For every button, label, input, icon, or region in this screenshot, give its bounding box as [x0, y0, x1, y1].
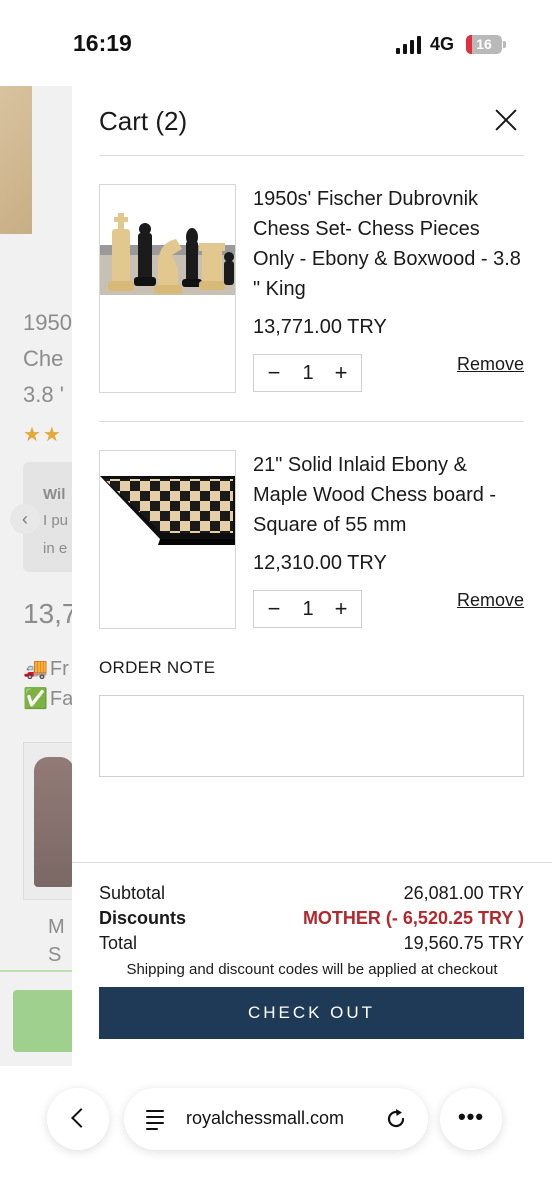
background-thumbnail	[23, 742, 72, 900]
battery-percent: 16	[476, 36, 492, 52]
checkout-button[interactable]: CHECK OUT	[99, 987, 524, 1039]
product-image-chess-board[interactable]	[99, 450, 236, 629]
total-value: 19,560.75 TRY	[403, 933, 524, 953]
battery-tip	[503, 41, 506, 48]
remove-item-button[interactable]: Remove	[457, 590, 524, 611]
more-options-button[interactable]: •••	[440, 1088, 502, 1150]
chess-piece-image	[34, 757, 72, 887]
reload-icon[interactable]	[384, 1107, 408, 1131]
signal-icon	[396, 36, 422, 54]
feature-text: Fr	[49, 658, 69, 680]
check-icon: ✅	[23, 688, 48, 710]
cart-drawer: Cart (2) 1950s' Fischer Dubrovnik Chess …	[72, 86, 552, 1066]
quantity-value[interactable]: 1	[292, 362, 324, 385]
review-author: Wil	[43, 486, 66, 503]
network-type: 4G	[430, 34, 455, 54]
status-bar: 16:19 4G 16	[0, 0, 552, 86]
url-text[interactable]: royalchessmall.com	[186, 1108, 344, 1129]
quantity-stepper: − 1 +	[253, 354, 362, 392]
background-add-to-cart-button	[13, 990, 72, 1052]
cart-item: 21" Solid Inlaid Ebony & Maple Wood Ches…	[99, 450, 524, 630]
close-icon[interactable]	[494, 108, 518, 132]
discounts-row: Discounts MOTHER (- 6,520.25 TRY )	[99, 908, 524, 932]
battery-icon: 16	[466, 35, 502, 54]
feature-text: Fa	[49, 688, 72, 710]
chess-board-image	[100, 451, 235, 628]
quantity-decrease-button[interactable]: −	[260, 595, 288, 623]
quantity-increase-button[interactable]: +	[327, 595, 355, 623]
subtotal-row: Subtotal 26,081.00 TRY	[99, 883, 524, 907]
quantity-decrease-button[interactable]: −	[260, 359, 288, 387]
quantity-increase-button[interactable]: +	[327, 359, 355, 387]
chevron-left-icon	[71, 1108, 91, 1128]
cart-item-name[interactable]: 1950s' Fischer Dubrovnik Chess Set- Ches…	[253, 184, 523, 304]
quantity-value[interactable]: 1	[292, 598, 324, 621]
truck-icon: 🚚	[23, 658, 48, 680]
background-price: 13,7	[23, 598, 72, 629]
cart-title: Cart (2)	[99, 106, 188, 136]
background-title-line: 3.8 '	[23, 382, 64, 407]
browser-toolbar: royalchessmall.com •••	[0, 1066, 552, 1200]
page-menu-icon[interactable]	[146, 1109, 166, 1130]
order-note-label: ORDER NOTE	[99, 658, 216, 677]
background-caption: M	[48, 916, 65, 938]
rating-stars-icon: ★★	[23, 424, 63, 446]
cart-item-name[interactable]: 21" Solid Inlaid Ebony & Maple Wood Ches…	[253, 450, 523, 540]
background-caption: S	[48, 944, 62, 966]
address-bar[interactable]: royalchessmall.com	[124, 1088, 428, 1150]
background-feature-line: ✅ Fa	[23, 686, 72, 711]
status-time: 16:19	[73, 30, 132, 56]
discounts-label: Discounts	[99, 908, 187, 928]
subtotal-label: Subtotal	[99, 883, 166, 903]
back-button[interactable]	[47, 1088, 109, 1150]
background-divider	[0, 970, 72, 972]
review-line: I pu	[43, 512, 69, 529]
background-title-line: 1950	[23, 310, 72, 335]
background-feature-line: 🚚 Fr	[23, 656, 69, 681]
carousel-prev-icon[interactable]: ‹	[10, 504, 40, 534]
cart-summary: Subtotal 26,081.00 TRY Discounts MOTHER …	[72, 862, 552, 1066]
checkout-note: Shipping and discount codes will be appl…	[126, 961, 498, 978]
total-row: Total 19,560.75 TRY	[99, 933, 524, 957]
review-line: in e	[43, 540, 68, 557]
cart-item-price: 12,310.00 TRY	[253, 552, 387, 574]
cart-item: 1950s' Fischer Dubrovnik Chess Set- Ches…	[99, 184, 524, 422]
quantity-stepper: − 1 +	[253, 590, 362, 628]
total-label: Total	[99, 933, 138, 953]
discount-code-value: MOTHER (- 6,520.25 TRY )	[302, 908, 524, 928]
background-title-line: Che	[23, 346, 64, 371]
order-note-input[interactable]	[99, 695, 524, 777]
more-dots-icon: •••	[457, 1104, 485, 1129]
background-product-page: 1950 Che 3.8 ' ★★ Wil I pu in e ‹ 13,7 🚚…	[0, 86, 72, 1066]
subtotal-value: 26,081.00 TRY	[403, 883, 524, 903]
background-product-image	[0, 86, 32, 234]
remove-item-button[interactable]: Remove	[457, 354, 524, 375]
chess-pieces-image	[100, 185, 235, 392]
product-image-chess-pieces[interactable]	[99, 184, 236, 393]
cart-item-price: 13,771.00 TRY	[253, 316, 387, 338]
cart-header: Cart (2)	[99, 86, 524, 156]
